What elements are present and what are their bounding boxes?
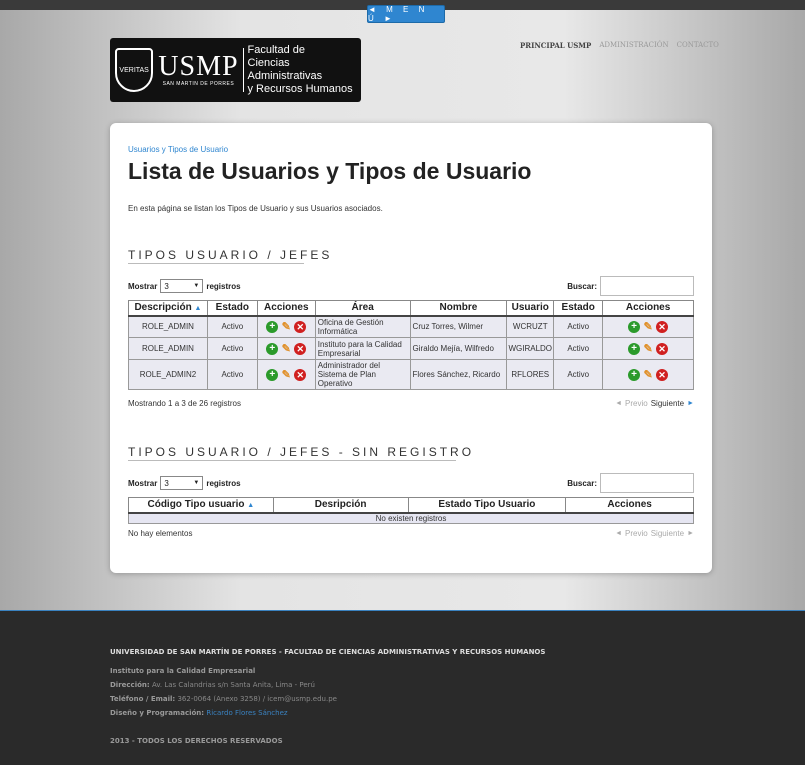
next-arrow-icon: ► — [687, 530, 694, 537]
page-length-select[interactable]: 3 ▼ — [160, 476, 204, 490]
page-length-control: Mostrar 3 ▼ registros — [128, 279, 241, 293]
pagination: ◄ Previo Siguiente ► — [615, 529, 694, 538]
designer-link[interactable]: Ricardo Flores Sánchez — [206, 709, 287, 717]
search-input[interactable] — [600, 473, 694, 493]
edit-pencil-icon[interactable]: ✎ — [280, 321, 292, 333]
col-usuario[interactable]: Usuario — [506, 300, 555, 317]
table-row: ROLE_ADMIN2 Activo + ✎ ✕ Administrador del… — [128, 359, 694, 390]
add-icon[interactable]: + — [266, 342, 279, 355]
footer-credits: Diseño y Programación: Ricardo Flores Sá… — [110, 709, 288, 717]
col-area[interactable]: Área — [314, 300, 411, 317]
users-table: Descripción ▲ Estado Acciones Área Nombr… — [128, 300, 694, 390]
unassigned-table: Código Tipo usuario ▲ Desripción Estado … — [128, 497, 694, 524]
section-underline — [128, 460, 456, 461]
col-estado-usuario[interactable]: Estado — [553, 300, 604, 317]
content-card: Usuarios y Tipos de Usuario Lista de Usu… — [110, 123, 712, 573]
prev-button[interactable]: Previo — [625, 399, 648, 408]
table-row: No existen registros — [128, 512, 694, 524]
footer-address: Dirección: Av. Las Calandrias s/n Santa … — [110, 681, 315, 689]
add-icon[interactable]: + — [266, 320, 279, 333]
delete-icon[interactable]: ✕ — [294, 368, 307, 381]
university-seal-icon: VERITAS — [115, 48, 154, 92]
edit-pencil-icon[interactable]: ✎ — [280, 343, 292, 355]
delete-icon[interactable]: ✕ — [656, 368, 669, 381]
search-input[interactable] — [600, 276, 694, 296]
logo-divider — [242, 48, 244, 92]
next-arrow-icon: ► — [687, 400, 694, 407]
add-icon[interactable]: + — [266, 368, 279, 381]
usmp-logo[interactable]: VERITAS USMP SAN MARTIN DE PORRES Facult… — [110, 38, 361, 102]
nav-administracion[interactable]: ADMINISTRACIÓN — [599, 41, 668, 50]
edit-pencil-icon[interactable]: ✎ — [642, 343, 654, 355]
page-length-select[interactable]: 3 ▼ — [160, 279, 204, 293]
edit-pencil-icon[interactable]: ✎ — [642, 321, 654, 333]
section-heading-sin-registro: TIPOS USUARIO / JEFES - SIN REGISTRO — [128, 445, 475, 459]
next-button[interactable]: Siguiente — [651, 399, 684, 408]
search-control: Buscar: — [567, 276, 694, 296]
menu-button[interactable]: ◄ M E N Ú ► — [367, 5, 445, 23]
delete-icon[interactable]: ✕ — [294, 342, 307, 355]
footer-phone: Teléfono / Email: 362-0064 (Anexo 3258) … — [110, 695, 337, 703]
delete-icon[interactable]: ✕ — [294, 320, 307, 333]
footer: UNIVERSIDAD DE SAN MARTÍN DE PORRES - FA… — [0, 610, 805, 765]
col-descripcion[interactable]: Descripción ▲ — [128, 300, 208, 317]
footer-copyright: 2013 - TODOS LOS DERECHOS RESERVADOS — [110, 737, 283, 745]
col-descripcion[interactable]: Desripción — [272, 497, 409, 514]
edit-pencil-icon[interactable]: ✎ — [280, 369, 292, 381]
col-acciones[interactable]: Acciones — [565, 497, 694, 514]
sort-asc-icon: ▲ — [194, 305, 202, 313]
prev-button[interactable]: Previo — [625, 529, 648, 538]
chevron-down-icon: ▼ — [193, 283, 200, 289]
add-icon[interactable]: + — [628, 320, 641, 333]
page-title: Lista de Usuarios y Tipos de Usuario — [128, 158, 532, 184]
add-icon[interactable]: + — [628, 342, 641, 355]
footer-title: UNIVERSIDAD DE SAN MARTÍN DE PORRES - FA… — [110, 648, 546, 656]
next-button[interactable]: Siguiente — [651, 529, 684, 538]
col-nombre[interactable]: Nombre — [409, 300, 508, 317]
brand-name: USMP — [158, 51, 239, 82]
col-acciones-usuario[interactable]: Acciones — [602, 300, 694, 317]
section-heading-jefes: TIPOS USUARIO / JEFES — [128, 248, 333, 262]
col-acciones[interactable]: Acciones — [256, 300, 316, 317]
breadcrumb[interactable]: Usuarios y Tipos de Usuario — [128, 145, 228, 154]
table-row: ROLE_ADMIN Activo + ✎ ✕ Instituto para la … — [128, 337, 694, 360]
col-estado-tipo[interactable]: Estado Tipo Usuario — [407, 497, 567, 514]
delete-icon[interactable]: ✕ — [656, 342, 669, 355]
pagination: ◄ Previo Siguiente ► — [615, 399, 694, 408]
brand-subtitle: SAN MARTIN DE PORRES — [162, 81, 235, 87]
section-underline — [128, 263, 304, 264]
col-codigo[interactable]: Código Tipo usuario ▲ — [128, 497, 274, 514]
edit-pencil-icon[interactable]: ✎ — [642, 369, 654, 381]
prev-arrow-icon: ◄ — [615, 400, 623, 407]
sort-asc-icon: ▲ — [247, 502, 255, 510]
faculty-name: Facultad de Ciencias Administrativas y R… — [247, 44, 353, 95]
footer-institute: Instituto para la Calidad Empresarial — [110, 667, 256, 675]
delete-icon[interactable]: ✕ — [656, 320, 669, 333]
col-estado[interactable]: Estado — [206, 300, 258, 317]
page-length-control: Mostrar 3 ▼ registros — [128, 476, 241, 490]
table-row: ROLE_ADMIN Activo + ✎ ✕ Oficina de Gestión… — [128, 315, 694, 338]
page-description: En esta página se listan los Tipos de Us… — [128, 204, 383, 213]
search-control: Buscar: — [567, 473, 694, 493]
top-navigation: PRINCIPAL USMP ADMINISTRACIÓN CONTACTO — [520, 41, 719, 50]
nav-contacto[interactable]: CONTACTO — [677, 41, 719, 50]
chevron-down-icon: ▼ — [193, 480, 200, 486]
table-info: No hay elementos — [128, 529, 193, 538]
prev-arrow-icon: ◄ — [615, 530, 623, 537]
table-info: Mostrando 1 a 3 de 26 registros — [128, 399, 241, 408]
add-icon[interactable]: + — [628, 368, 641, 381]
empty-message: No existen registros — [128, 512, 694, 524]
nav-principal-usmp[interactable]: PRINCIPAL USMP — [520, 41, 591, 50]
